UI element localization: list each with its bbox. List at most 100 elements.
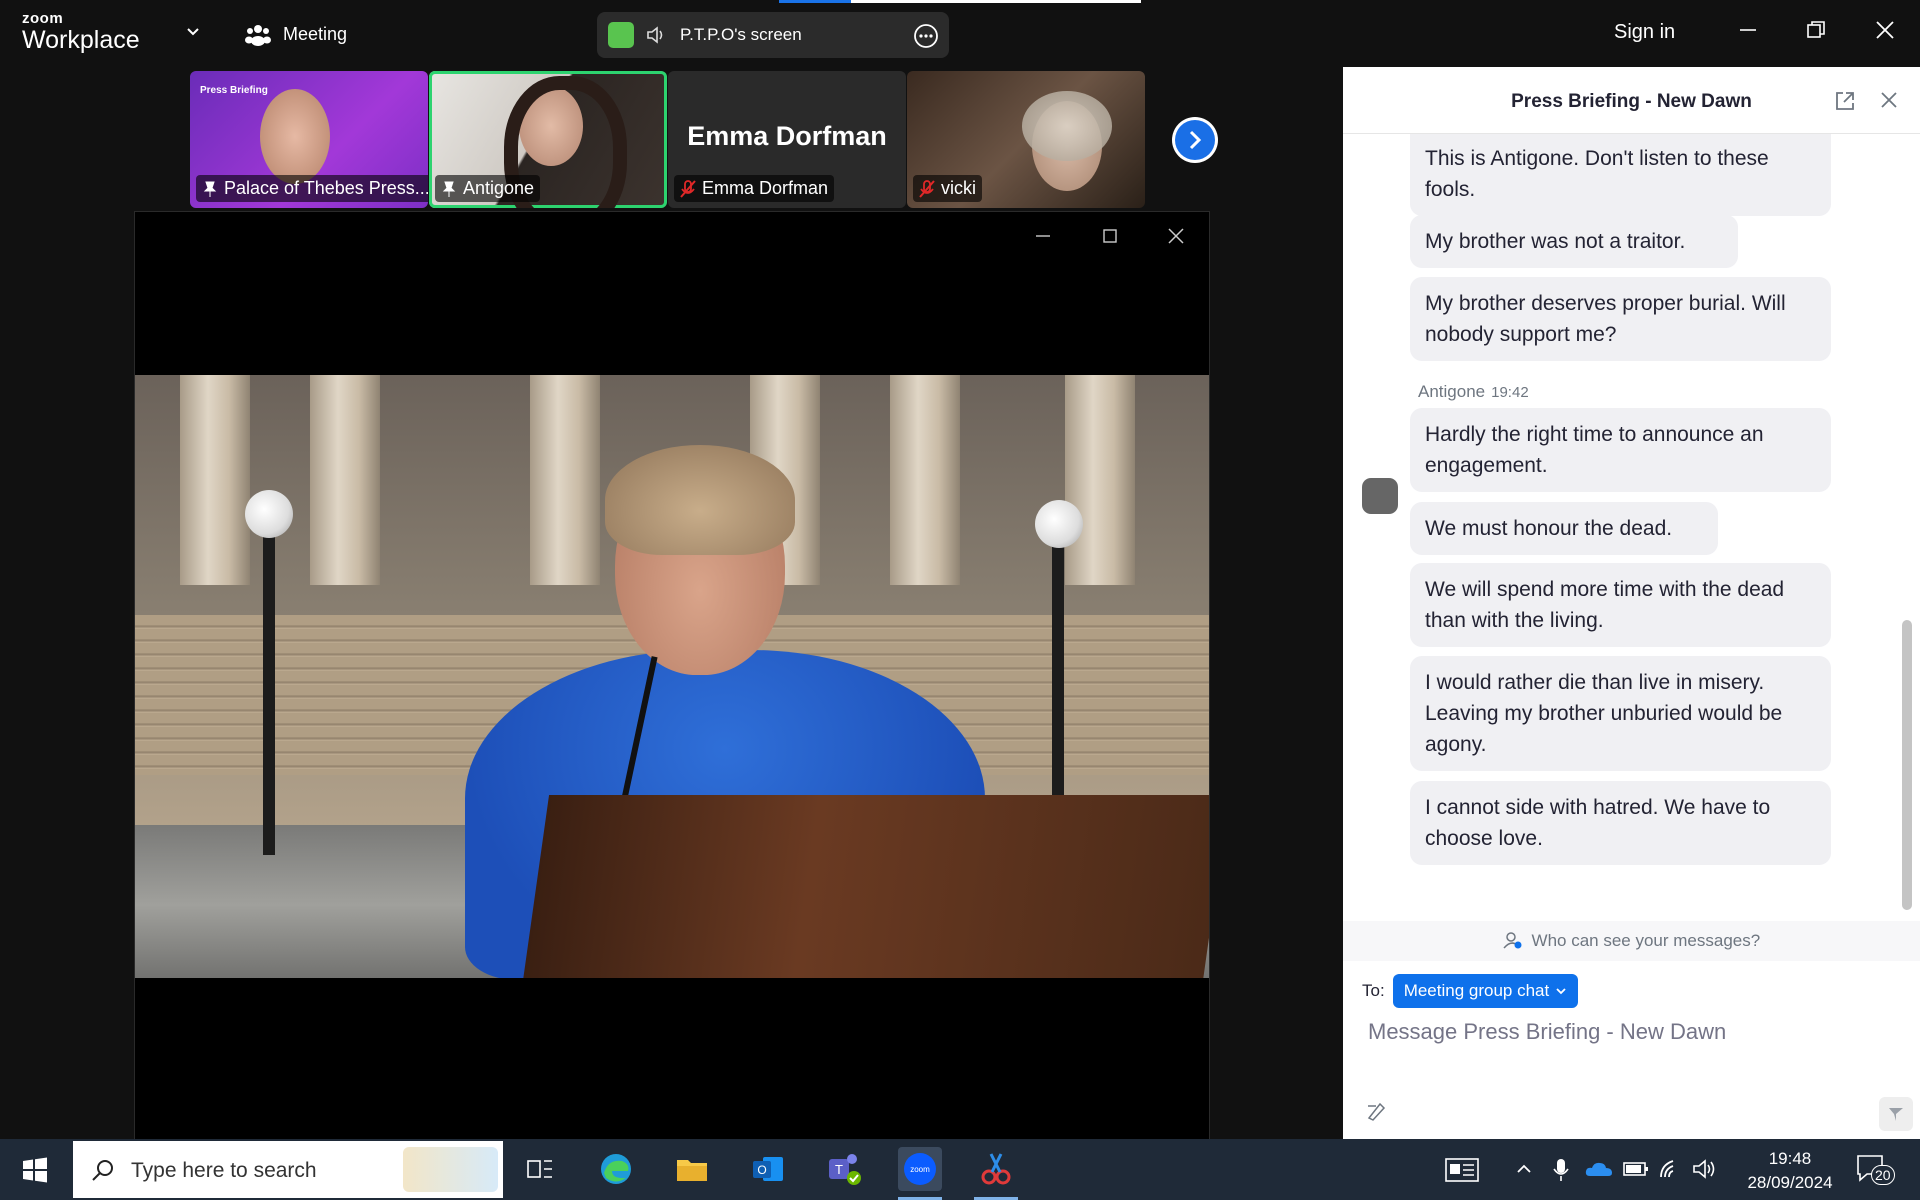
wifi-icon[interactable] bbox=[1658, 1157, 1684, 1181]
zoom-app-icon[interactable]: zoom bbox=[898, 1147, 942, 1191]
microphone-icon[interactable] bbox=[1552, 1157, 1570, 1183]
onedrive-icon[interactable] bbox=[1584, 1157, 1614, 1181]
search-icon bbox=[92, 1160, 113, 1181]
format-text-icon[interactable] bbox=[1366, 1100, 1388, 1122]
chat-message: I would rather die than live in misery. … bbox=[1410, 656, 1831, 771]
participant-tile[interactable]: vicki bbox=[907, 71, 1145, 208]
message-time: 19:42 bbox=[1491, 384, 1529, 401]
brand-large: Workplace bbox=[22, 26, 140, 54]
participant-name-label: Antigone bbox=[463, 178, 535, 198]
participant-name: Emma Dorfman bbox=[674, 175, 835, 202]
teams-icon[interactable]: T bbox=[822, 1147, 866, 1191]
scene-column bbox=[180, 375, 250, 585]
participant-placeholder-name: Emma Dorfman bbox=[687, 121, 887, 151]
participant-tile-active[interactable]: Antigone bbox=[429, 71, 667, 208]
participant-name: vicki bbox=[913, 175, 982, 202]
sender-name: Antigone bbox=[1418, 382, 1486, 401]
windows-start-icon[interactable] bbox=[22, 1157, 48, 1183]
outlook-icon[interactable]: O bbox=[746, 1147, 790, 1191]
sign-in-button[interactable]: Sign in bbox=[1614, 21, 1675, 44]
chevron-down-icon[interactable] bbox=[185, 24, 201, 40]
chat-scrollbar[interactable] bbox=[1902, 620, 1912, 910]
participant-name-label: Emma Dorfman bbox=[702, 178, 829, 198]
news-widget-icon[interactable] bbox=[1444, 1157, 1480, 1183]
meeting-menu[interactable]: Meeting bbox=[245, 22, 347, 46]
recipient-row: To: Meeting group chat bbox=[1362, 974, 1579, 1008]
mic-muted-icon bbox=[919, 179, 935, 198]
share-status-icon bbox=[608, 22, 634, 48]
chat-message: We will spend more time with the dead th… bbox=[1410, 563, 1831, 647]
restore-icon[interactable] bbox=[1804, 18, 1828, 42]
snipping-tool-icon[interactable] bbox=[974, 1147, 1018, 1191]
chat-message: This is Antigone. Don't listen to these … bbox=[1410, 134, 1831, 216]
participant-video bbox=[260, 89, 330, 184]
chat-sender: Antigone 19:42 bbox=[1418, 382, 1529, 402]
speaker-hair bbox=[605, 445, 795, 555]
file-explorer-icon[interactable] bbox=[670, 1147, 714, 1191]
pop-out-icon[interactable] bbox=[1833, 89, 1857, 113]
screen-share-indicator[interactable]: P.T.P.O's screen bbox=[597, 12, 949, 58]
task-view-icon[interactable] bbox=[518, 1147, 562, 1191]
recipient-dropdown[interactable]: Meeting group chat bbox=[1392, 974, 1579, 1008]
edge-browser-icon[interactable] bbox=[594, 1147, 638, 1191]
shared-screen-window bbox=[134, 211, 1210, 1141]
message-visibility-link[interactable]: Who can see your messages? bbox=[1343, 921, 1920, 961]
pin-icon bbox=[442, 181, 456, 197]
scene-lamp-post bbox=[1052, 505, 1064, 825]
to-label: To: bbox=[1362, 981, 1385, 1000]
search-highlight-image bbox=[403, 1147, 498, 1192]
windows-taskbar: Type here to search O T zoom 19:48 28/09… bbox=[0, 1139, 1920, 1200]
system-clock[interactable]: 19:48 28/09/2024 bbox=[1740, 1147, 1840, 1195]
speaker-icon[interactable] bbox=[646, 25, 668, 45]
taskbar-search[interactable]: Type here to search bbox=[73, 1141, 503, 1198]
minimize-icon[interactable] bbox=[1736, 18, 1760, 42]
participant-tile[interactable]: Press Briefing Palace of Thebes Press... bbox=[190, 71, 428, 208]
svg-text:zoom: zoom bbox=[910, 1165, 930, 1174]
chat-message: My brother deserves proper burial. Will … bbox=[1410, 277, 1831, 361]
chat-panel: Press Briefing - New Dawn This is Antigo… bbox=[1343, 67, 1920, 1139]
minimize-icon[interactable] bbox=[1033, 226, 1053, 246]
close-icon[interactable] bbox=[1878, 89, 1900, 111]
chevron-down-icon bbox=[1556, 988, 1566, 995]
clock-date: 28/09/2024 bbox=[1747, 1173, 1833, 1192]
volume-icon[interactable] bbox=[1692, 1157, 1718, 1181]
meeting-label: Meeting bbox=[283, 23, 348, 44]
scene-column bbox=[530, 375, 600, 585]
chat-message: We must honour the dead. bbox=[1410, 502, 1718, 555]
tile-overlay-text: Press Briefing bbox=[200, 85, 268, 96]
participant-tile[interactable]: Emma Dorfman Emma Dorfman bbox=[668, 71, 906, 208]
next-page-button[interactable] bbox=[1172, 117, 1218, 163]
close-icon[interactable] bbox=[1166, 226, 1186, 246]
scene-podium bbox=[520, 795, 1209, 978]
shared-video-content bbox=[135, 375, 1209, 978]
notification-count: 20 bbox=[1871, 1165, 1895, 1185]
battery-icon[interactable] bbox=[1622, 1157, 1650, 1181]
zoom-logo: zoom Workplace bbox=[22, 11, 140, 53]
message-input[interactable]: Message Press Briefing - New Dawn bbox=[1368, 1019, 1726, 1045]
scene-lamp-globe bbox=[1035, 500, 1083, 548]
chevron-up-icon[interactable] bbox=[1515, 1160, 1533, 1178]
scene-column bbox=[890, 375, 960, 585]
participant-hair bbox=[1022, 91, 1112, 161]
chat-header: Press Briefing - New Dawn bbox=[1343, 67, 1920, 134]
participant-name-label: vicki bbox=[941, 178, 976, 198]
loading-bar bbox=[779, 0, 1141, 3]
notification-center-button[interactable]: 20 bbox=[1855, 1153, 1895, 1192]
send-icon bbox=[1889, 1108, 1903, 1121]
send-button[interactable] bbox=[1879, 1097, 1913, 1131]
visibility-text: Who can see your messages? bbox=[1531, 931, 1761, 950]
svg-text:T: T bbox=[835, 1162, 843, 1177]
recipient-label: Meeting group chat bbox=[1403, 981, 1550, 1000]
close-icon[interactable] bbox=[1873, 18, 1897, 42]
pin-icon bbox=[203, 181, 217, 197]
chat-message: I cannot side with hatred. We have to ch… bbox=[1410, 781, 1831, 865]
scene-lamp-globe bbox=[245, 490, 293, 538]
avatar[interactable] bbox=[1362, 478, 1398, 514]
more-options-icon[interactable] bbox=[913, 23, 939, 49]
maximize-icon[interactable] bbox=[1100, 226, 1120, 246]
chevron-right-icon bbox=[1189, 130, 1202, 150]
svg-text:O: O bbox=[757, 1163, 766, 1177]
share-label: P.T.P.O's screen bbox=[680, 25, 802, 44]
scene-column bbox=[310, 375, 380, 585]
user-shield-icon bbox=[1503, 932, 1522, 949]
